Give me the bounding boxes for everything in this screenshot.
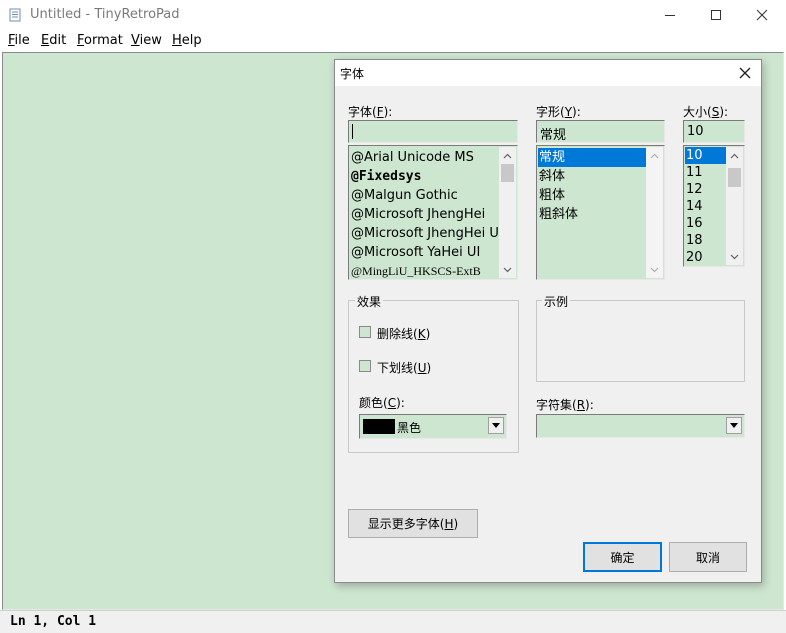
menu-format-label: ormat	[84, 33, 123, 48]
font-list[interactable]: @Arial Unicode MS @Fixedsys @Malgun Goth…	[348, 145, 518, 280]
menu-view-label: iew	[139, 33, 162, 48]
close-icon	[739, 67, 751, 79]
sample-group-title: 示例	[542, 293, 571, 310]
scroll-down-icon[interactable]	[726, 248, 743, 265]
scroll-up-icon[interactable]	[646, 147, 663, 164]
strikeout-checkbox[interactable]	[359, 326, 371, 338]
font-style-input[interactable]: 常规	[536, 120, 665, 143]
effects-group-title: 效果	[355, 293, 384, 310]
dropdown-arrow-icon[interactable]	[726, 417, 742, 434]
color-swatch	[363, 419, 395, 434]
scroll-down-icon[interactable]	[646, 261, 663, 278]
size-list-item[interactable]: 14	[685, 198, 703, 215]
menu-help-accel: H	[172, 33, 182, 48]
color-label: 颜色(C):	[359, 396, 405, 410]
font-list-item[interactable]: @Arial Unicode MS	[350, 148, 474, 167]
size-list-item[interactable]: 18	[685, 232, 703, 249]
maximize-icon	[711, 10, 721, 20]
style-list[interactable]: 常规 斜体 粗体 粗斜体	[536, 145, 665, 280]
size-list-scrollbar[interactable]	[726, 147, 743, 265]
show-more-fonts-button[interactable]: 显示更多字体(H)	[348, 509, 478, 538]
dialog-title: 字体	[340, 67, 365, 81]
dialog-title-bar	[335, 60, 761, 86]
menu-edit[interactable]: Edit	[41, 33, 66, 48]
font-list-item[interactable]: @Fixedsys	[350, 167, 421, 186]
font-style-value: 常规	[540, 128, 567, 143]
size-list-item[interactable]: 16	[685, 215, 703, 232]
color-select[interactable]: 黑色	[359, 414, 507, 439]
size-list-item[interactable]: 11	[685, 164, 703, 181]
font-list-item[interactable]: @Microsoft JhengHei	[350, 205, 485, 224]
scroll-thumb[interactable]	[728, 168, 741, 187]
sample-group	[536, 300, 745, 382]
style-list-item[interactable]: 常规	[538, 148, 646, 167]
font-label: 字体(F):	[348, 105, 393, 119]
font-list-item[interactable]: @Microsoft YaHei UI	[350, 243, 480, 262]
size-list[interactable]: 10 11 12 14 16 18 20	[683, 145, 745, 267]
font-list-item[interactable]: @Microsoft JhengHei UI	[350, 224, 503, 243]
font-list-item[interactable]: @Malgun Gothic	[350, 186, 458, 205]
text-caret	[352, 124, 353, 139]
menu-view-accel: V	[131, 33, 140, 48]
menu-format-accel: F	[77, 33, 85, 48]
menu-format[interactable]: Format	[77, 33, 123, 48]
strikeout-label[interactable]: 删除线(K)	[377, 325, 430, 342]
font-list-item[interactable]: @MingLiU_HKSCS-ExtB	[350, 262, 481, 279]
size-label: 大小(S):	[683, 105, 729, 119]
size-list-item[interactable]: 12	[685, 181, 703, 198]
menu-edit-accel: E	[41, 33, 50, 48]
color-value: 黑色	[397, 421, 422, 435]
dialog-close-button[interactable]	[730, 62, 760, 84]
menu-edit-label: dit	[49, 33, 67, 48]
ok-button[interactable]: 确定	[583, 542, 662, 572]
status-bar	[0, 610, 786, 633]
style-list-item[interactable]: 斜体	[538, 167, 565, 186]
dropdown-arrow-icon[interactable]	[488, 417, 504, 434]
style-label: 字形(Y):	[536, 105, 581, 119]
notepad-icon	[8, 8, 22, 22]
font-size-input[interactable]: 10	[683, 120, 745, 143]
underline-label[interactable]: 下划线(U)	[377, 359, 431, 376]
scroll-down-icon[interactable]	[499, 261, 516, 278]
scroll-thumb[interactable]	[501, 164, 514, 182]
menu-view[interactable]: View	[131, 33, 162, 48]
menu-help-label: elp	[181, 33, 202, 48]
minimize-button[interactable]	[647, 0, 693, 30]
cancel-button[interactable]: 取消	[669, 542, 747, 572]
menu-help[interactable]: Help	[172, 33, 202, 48]
size-list-item[interactable]: 20	[685, 249, 703, 266]
status-position: Ln 1, Col 1	[10, 614, 97, 629]
font-list-scrollbar[interactable]	[499, 147, 516, 278]
charset-select[interactable]	[536, 414, 745, 438]
scroll-up-icon[interactable]	[726, 147, 743, 164]
font-name-input[interactable]	[348, 120, 518, 143]
close-icon	[756, 9, 768, 21]
font-size-value: 10	[687, 124, 704, 139]
close-button[interactable]	[739, 0, 785, 30]
scroll-up-icon[interactable]	[499, 147, 516, 164]
style-list-scrollbar[interactable]	[646, 147, 663, 278]
charset-label: 字符集(R):	[536, 398, 594, 412]
window-title: Untitled - TinyRetroPad	[30, 7, 180, 22]
menu-file[interactable]: File	[8, 33, 30, 48]
menu-file-label: ile	[14, 33, 30, 48]
style-list-item[interactable]: 粗体	[538, 186, 565, 205]
style-list-item[interactable]: 粗斜体	[538, 205, 578, 224]
minimize-icon	[665, 15, 675, 16]
size-list-item[interactable]: 10	[685, 147, 726, 164]
maximize-button[interactable]	[693, 0, 739, 30]
underline-checkbox[interactable]	[359, 360, 371, 372]
